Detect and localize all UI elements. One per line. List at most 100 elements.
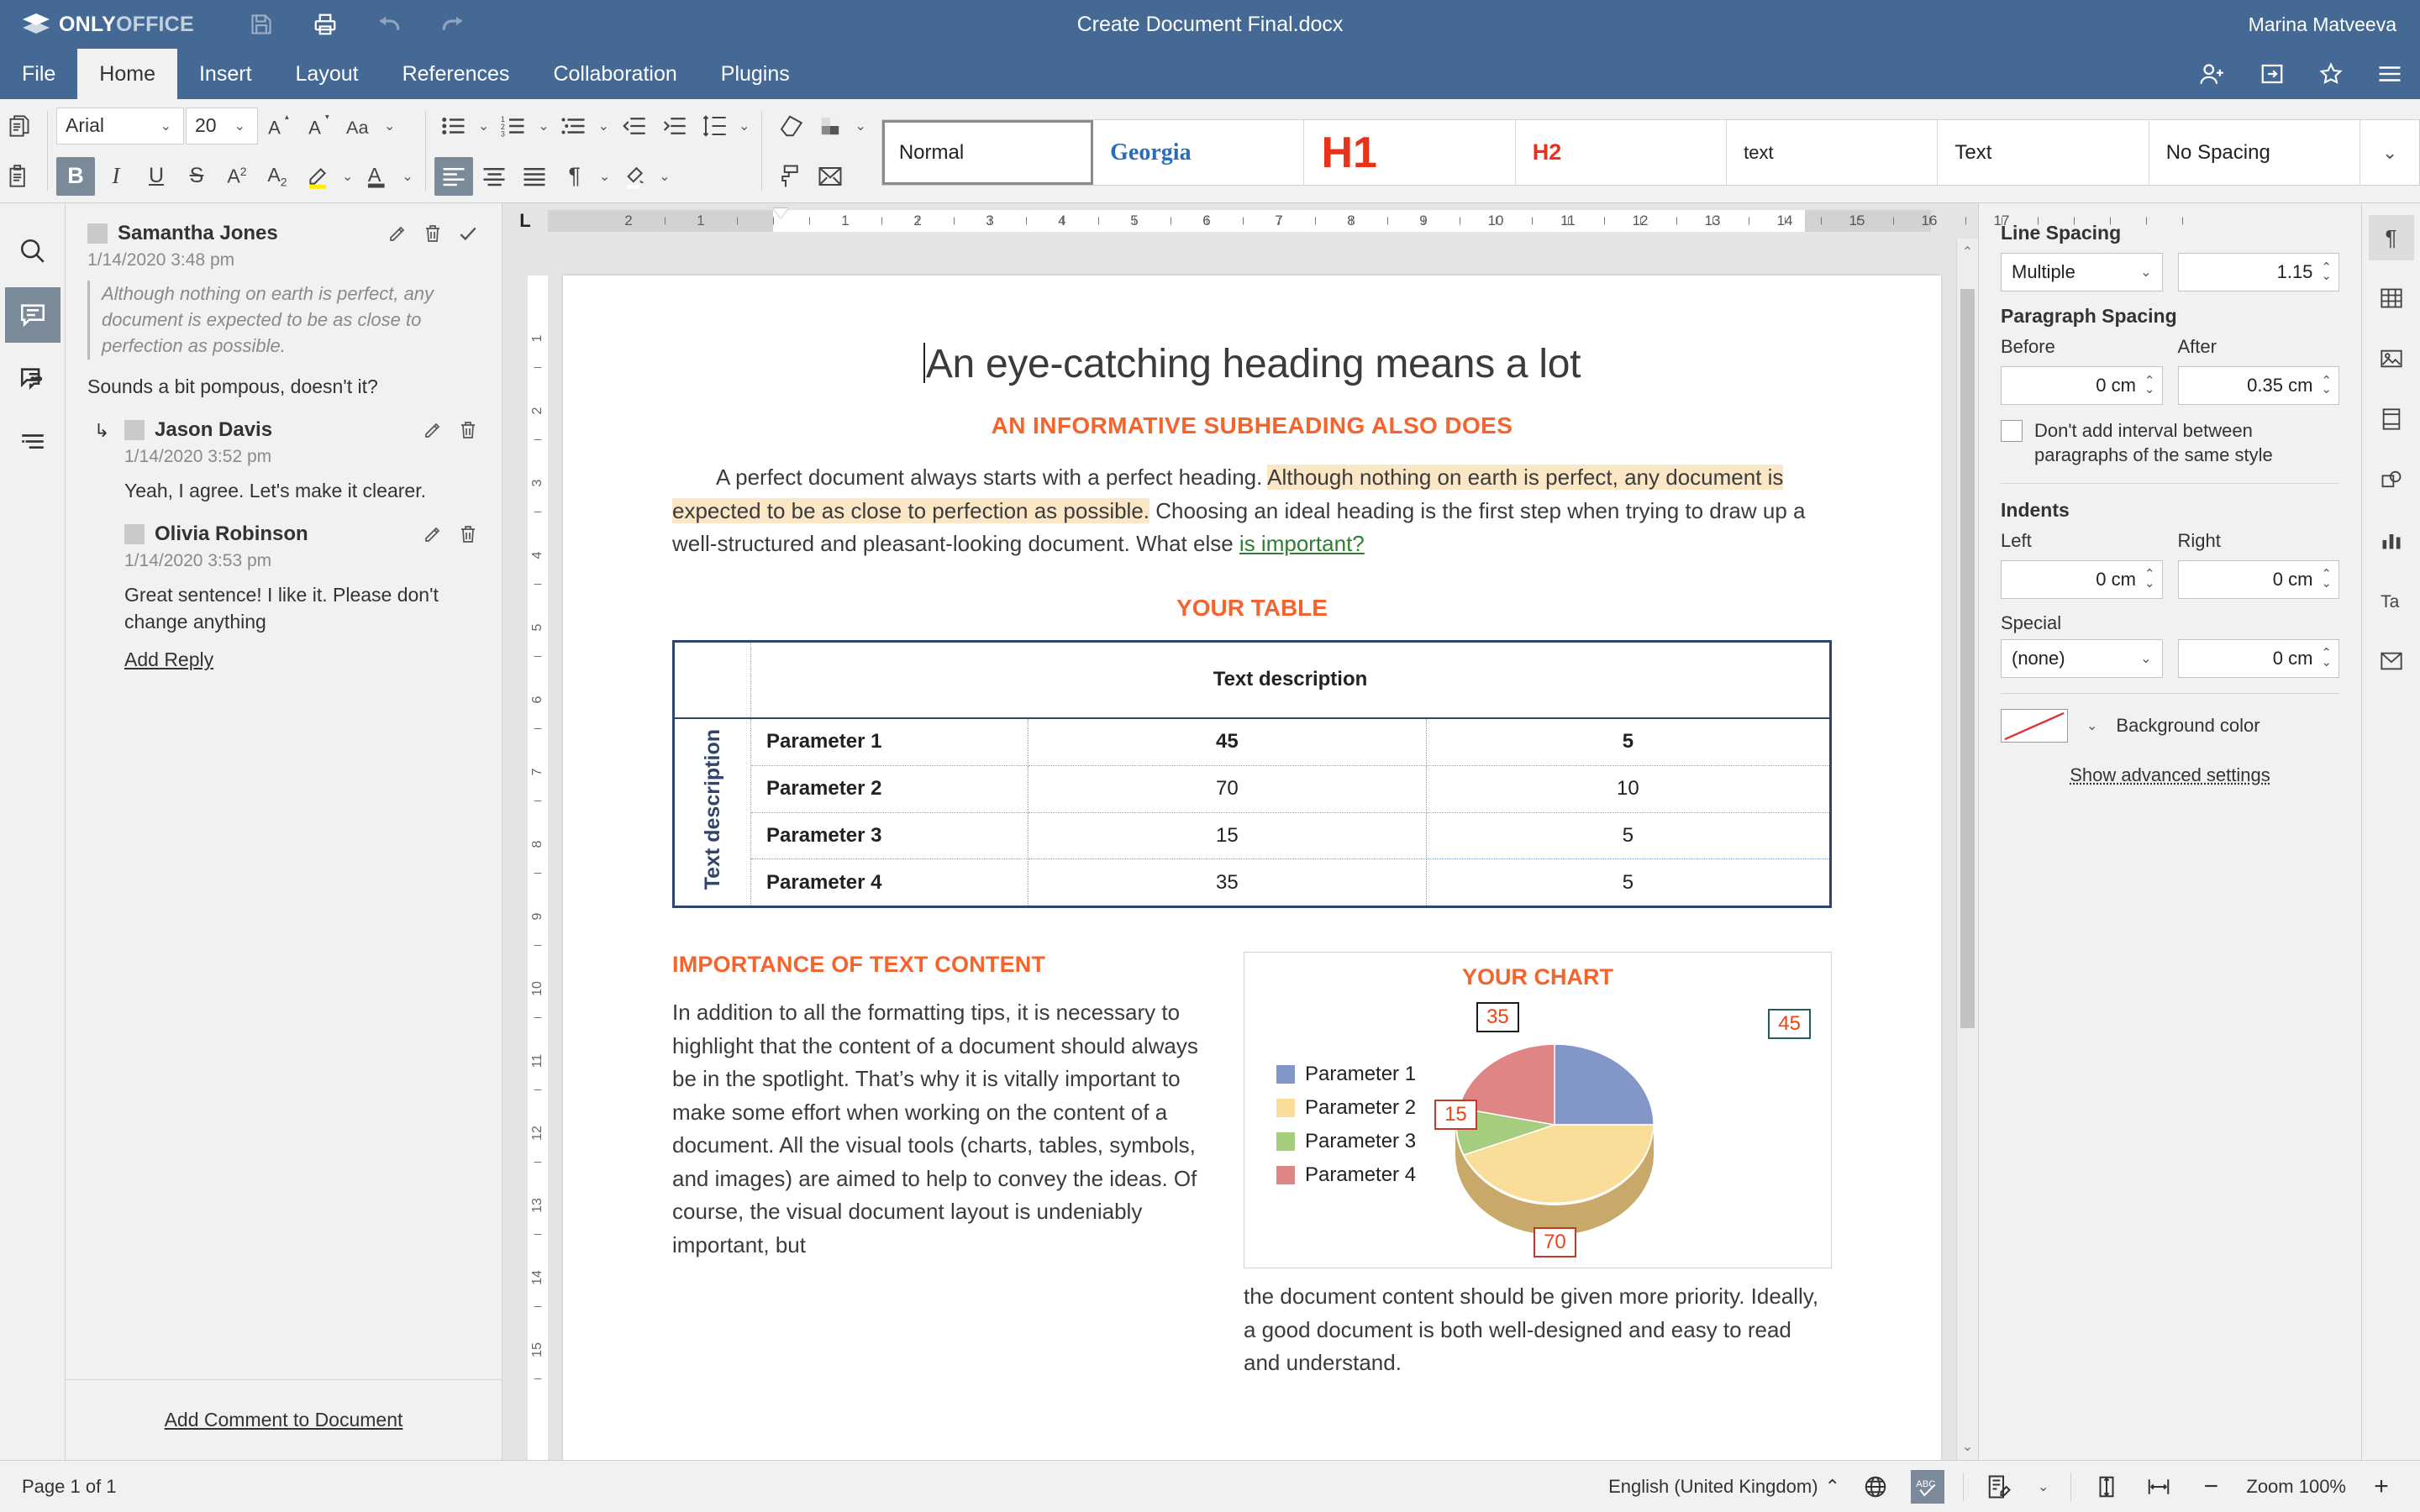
style-georgia[interactable]: Georgia: [1093, 120, 1305, 185]
redo-icon[interactable]: [438, 9, 468, 39]
chevron-down-icon[interactable]: ⌄: [231, 118, 249, 134]
chevron-down-icon[interactable]: ⌄: [339, 168, 356, 185]
highlight-color-icon[interactable]: [298, 157, 337, 196]
stepper-icon[interactable]: ⌃ ⌄: [2321, 261, 2332, 282]
fit-width-icon[interactable]: [2142, 1470, 2175, 1504]
chevron-down-icon[interactable]: ⌄: [851, 118, 869, 134]
search-icon[interactable]: [5, 223, 60, 279]
line-spacing-mode-select[interactable]: Multiple ⌄: [2001, 253, 2163, 291]
shape-settings-icon[interactable]: [2369, 457, 2414, 502]
strikethrough-button[interactable]: S: [177, 157, 216, 196]
align-left-button[interactable]: [434, 156, 473, 196]
dont-add-interval-checkbox[interactable]: [2001, 420, 2023, 442]
stepper-icon[interactable]: ⌃ ⌄: [2144, 375, 2155, 396]
bullet-list-icon[interactable]: [434, 107, 473, 145]
zoom-in-icon[interactable]: +: [2365, 1470, 2398, 1504]
decrease-font-size-icon[interactable]: A: [300, 107, 339, 145]
zoom-out-icon[interactable]: −: [2194, 1470, 2228, 1504]
special-indent-amount-input[interactable]: 0 cm ⌃ ⌄: [2177, 638, 2339, 678]
dont-add-interval-row[interactable]: Don't add interval between paragraphs of…: [2001, 418, 2339, 468]
bold-button[interactable]: B: [56, 156, 95, 196]
increase-indent-icon[interactable]: [655, 107, 693, 145]
chevron-down-icon[interactable]: ⌄: [381, 118, 398, 134]
scroll-up-arrow-icon[interactable]: ⌃: [1957, 244, 1978, 260]
style-heading2[interactable]: H2: [1515, 120, 1728, 185]
font-color-icon[interactable]: A: [358, 157, 397, 196]
multilevel-list-icon[interactable]: [555, 107, 593, 145]
add-comment-to-document-button[interactable]: Add Comment to Document: [165, 1409, 403, 1431]
share-user-icon[interactable]: [2196, 57, 2230, 91]
font-family-input[interactable]: Arial ⌄: [56, 107, 184, 144]
tab-insert[interactable]: Insert: [177, 49, 274, 99]
chat-icon[interactable]: [5, 351, 60, 407]
chart-settings-icon[interactable]: [2369, 517, 2414, 563]
chevron-down-icon[interactable]: ⌄: [655, 168, 673, 185]
add-reply-button[interactable]: Add Reply: [124, 648, 213, 671]
tab-home[interactable]: Home: [77, 49, 177, 99]
style-no-spacing[interactable]: No Spacing: [2149, 120, 2361, 185]
onlyoffice-logo[interactable]: ONLYOFFICE: [22, 13, 194, 37]
background-color-swatch[interactable]: [2001, 708, 2068, 743]
chevron-down-icon[interactable]: ⌄: [2083, 717, 2101, 734]
spellcheck-icon[interactable]: ABC: [1910, 1469, 1944, 1504]
save-icon[interactable]: [246, 9, 276, 39]
style-heading1[interactable]: H1: [1304, 120, 1516, 185]
vertical-ruler[interactable]: 1 2 3 4 5 6 7 8 9 10 11 12 13 14 15: [528, 239, 548, 1460]
chevron-down-icon[interactable]: ⌄: [2034, 1478, 2052, 1495]
document-scrollbar[interactable]: ⌃ ⌄: [1956, 239, 1978, 1460]
first-line-indent-marker[interactable]: [773, 208, 788, 218]
shading-color-icon[interactable]: [615, 157, 654, 196]
highlight-swatch-icon[interactable]: [811, 107, 850, 145]
decrease-indent-icon[interactable]: [614, 107, 653, 145]
table-settings-icon[interactable]: [2369, 276, 2414, 321]
open-location-icon[interactable]: [2255, 57, 2289, 91]
show-advanced-settings-link[interactable]: Show advanced settings: [2001, 764, 2339, 786]
numbered-list-icon[interactable]: 123: [494, 107, 533, 145]
horizontal-ruler[interactable]: 211234567891011121314151617: [548, 208, 2183, 232]
superscript-button[interactable]: A2: [218, 157, 256, 196]
hamburger-menu-icon[interactable]: [2373, 57, 2407, 91]
print-icon[interactable]: [310, 9, 340, 39]
stepper-icon[interactable]: ⌃ ⌄: [2144, 569, 2155, 590]
language-selector[interactable]: English (United Kingdom) ⌃: [1608, 1476, 1840, 1498]
tab-layout[interactable]: Layout: [274, 49, 381, 99]
delete-icon[interactable]: [456, 418, 480, 442]
favorite-star-icon[interactable]: [2314, 57, 2348, 91]
chevron-down-icon[interactable]: ⌄: [735, 118, 753, 134]
align-center-button[interactable]: [475, 157, 513, 196]
spacing-after-input[interactable]: 0.35 cm ⌃ ⌄: [2177, 366, 2339, 405]
image-settings-icon[interactable]: [2369, 336, 2414, 381]
chevron-down-icon[interactable]: ⌄: [2137, 264, 2154, 281]
edit-icon[interactable]: [421, 418, 445, 442]
line-spacing-value-input[interactable]: 1.15 ⌃ ⌄: [2177, 253, 2339, 291]
mail-merge-settings-icon[interactable]: [2369, 638, 2414, 684]
stepper-icon[interactable]: ⌃ ⌄: [2321, 569, 2332, 590]
comments-icon[interactable]: [4, 287, 60, 343]
paste-icon[interactable]: [0, 157, 39, 196]
header-footer-settings-icon[interactable]: [2369, 396, 2414, 442]
special-indent-select[interactable]: (none) ⌄: [2001, 638, 2163, 678]
paragraph-marks-icon[interactable]: ¶: [555, 157, 594, 196]
chevron-up-icon[interactable]: ⌃: [1825, 1476, 1840, 1498]
scrollbar-thumb[interactable]: [1960, 289, 1975, 1028]
delete-icon[interactable]: [421, 222, 445, 245]
chevron-down-icon[interactable]: ⌄: [398, 168, 416, 185]
increase-font-size-icon[interactable]: A: [260, 107, 298, 145]
tab-file[interactable]: File: [0, 49, 77, 99]
chevron-down-icon[interactable]: ⌄: [475, 118, 492, 134]
align-justify-button[interactable]: [515, 157, 554, 196]
scroll-down-arrow-icon[interactable]: ⌄: [1957, 1438, 1978, 1455]
right-indent-input[interactable]: 0 cm ⌃ ⌄: [2177, 559, 2339, 599]
mail-merge-icon[interactable]: [811, 157, 850, 196]
undo-icon[interactable]: [374, 9, 404, 39]
delete-icon[interactable]: [456, 522, 480, 546]
fit-page-icon[interactable]: [2090, 1470, 2123, 1504]
language-globe-icon[interactable]: [1859, 1470, 1892, 1504]
edit-icon[interactable]: [386, 222, 409, 245]
paragraph-link[interactable]: is important?: [1239, 531, 1365, 556]
stepper-icon[interactable]: ⌃ ⌄: [2321, 648, 2332, 669]
clear-formatting-icon[interactable]: [771, 107, 809, 145]
change-case-icon[interactable]: Aa: [340, 107, 379, 145]
style-normal[interactable]: Normal: [881, 120, 1094, 185]
style-text[interactable]: Text: [1938, 120, 2149, 185]
